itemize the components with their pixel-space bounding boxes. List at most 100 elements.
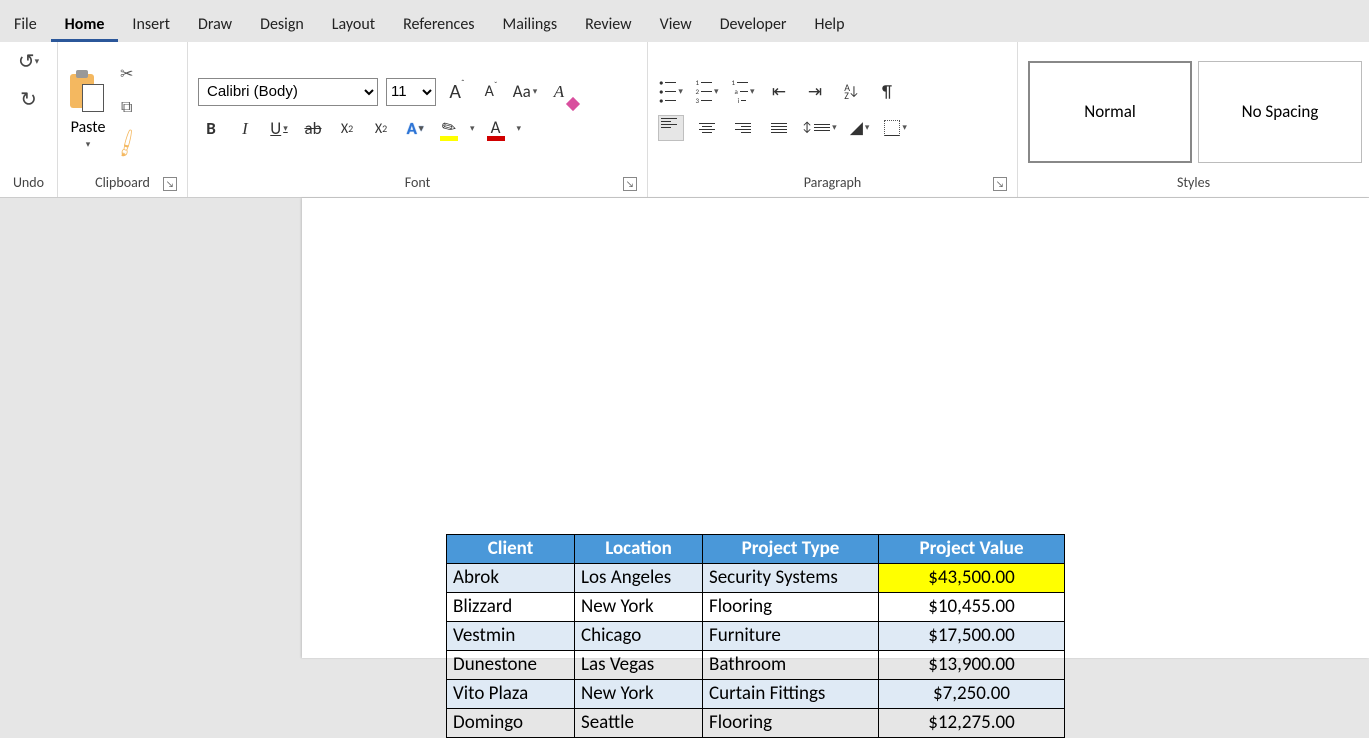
tab-developer[interactable]: Developer [706, 5, 801, 42]
tab-review[interactable]: Review [571, 5, 646, 42]
cell-location[interactable]: Las Vegas [575, 651, 703, 680]
subscript-button[interactable]: X2 [334, 116, 360, 142]
borders-icon [884, 120, 900, 136]
tab-help[interactable]: Help [801, 5, 859, 42]
style-gallery: NormalNo Spacing [1028, 57, 1362, 163]
cell-project-type[interactable]: Bathroom [703, 651, 879, 680]
style-item-no-spacing[interactable]: No Spacing [1198, 61, 1362, 163]
tab-draw[interactable]: Draw [184, 5, 246, 42]
cell-project-type[interactable]: Curtain Fittings [703, 680, 879, 709]
justify-button[interactable] [766, 115, 792, 141]
header-location[interactable]: Location [575, 535, 703, 564]
tab-view[interactable]: View [646, 5, 706, 42]
show-marks-button[interactable]: ¶ [874, 79, 900, 105]
grow-font-button[interactable]: Aˆ [444, 79, 470, 105]
cell-project-value[interactable]: $17,500.00 [879, 622, 1065, 651]
font-launcher[interactable]: ↘ [623, 177, 637, 191]
align-right-button[interactable] [730, 115, 756, 141]
tab-design[interactable]: Design [246, 5, 318, 42]
highlight-color-button[interactable]: ✎ [436, 116, 462, 142]
chevron-down-icon[interactable]: ▾ [470, 123, 475, 134]
tab-home[interactable]: Home [51, 5, 119, 42]
table-row[interactable]: VestminChicagoFurniture$17,500.00 [447, 622, 1065, 651]
increase-indent-button[interactable]: ⇥ [802, 79, 828, 105]
cell-location[interactable]: Seattle [575, 709, 703, 738]
cell-project-value[interactable]: $13,900.00 [879, 651, 1065, 680]
cell-project-value[interactable]: $12,275.00 [879, 709, 1065, 738]
cell-project-value[interactable]: $10,455.00 [879, 593, 1065, 622]
group-paragraph: ●●● ▾ 123 ▾ 1ai ▾ ⇤ ⇥ [648, 42, 1018, 197]
text-effects-button[interactable]: A▾ [402, 116, 428, 142]
redo-button[interactable]: ↻ [16, 86, 42, 112]
style-item-normal[interactable]: Normal [1028, 61, 1192, 163]
tab-file[interactable]: File [0, 5, 51, 42]
cell-project-type[interactable]: Flooring [703, 709, 879, 738]
cell-client[interactable]: Vito Plaza [447, 680, 575, 709]
table-row[interactable]: DunestoneLas VegasBathroom$13,900.00 [447, 651, 1065, 680]
cell-project-type[interactable]: Security Systems [703, 564, 879, 593]
font-size-select[interactable]: 11 [386, 78, 436, 106]
clear-formatting-button[interactable]: A [546, 79, 572, 105]
font-color-button[interactable]: A [483, 116, 509, 142]
paste-button[interactable]: Paste ▾ [68, 70, 108, 150]
shrink-font-button[interactable]: Aˇ [478, 79, 504, 105]
cell-location[interactable]: Chicago [575, 622, 703, 651]
line-spacing-icon: ↕ [802, 120, 812, 135]
project-table[interactable]: Client Location Project Type Project Val… [446, 534, 1065, 738]
superscript-button[interactable]: X2 [368, 116, 394, 142]
cell-client[interactable]: Domingo [447, 709, 575, 738]
bullets-icon: ●●● [659, 79, 676, 104]
align-center-button[interactable] [694, 115, 720, 141]
align-left-button[interactable] [658, 115, 684, 141]
font-name-select[interactable]: Calibri (Body) [198, 78, 378, 106]
italic-button[interactable]: I [232, 116, 258, 142]
cell-location[interactable]: New York [575, 593, 703, 622]
cell-client[interactable]: Vestmin [447, 622, 575, 651]
tab-layout[interactable]: Layout [318, 5, 389, 42]
cut-button[interactable]: ✂ [120, 64, 133, 84]
table-row[interactable]: AbrokLos AngelesSecurity Systems$43,500.… [447, 564, 1065, 593]
tab-mailings[interactable]: Mailings [489, 5, 572, 42]
cell-project-type[interactable]: Furniture [703, 622, 879, 651]
numbering-icon: 123 [695, 79, 712, 104]
tab-insert[interactable]: Insert [118, 5, 184, 42]
header-project-type[interactable]: Project Type [703, 535, 879, 564]
cell-client[interactable]: Dunestone [447, 651, 575, 680]
table-row[interactable]: BlizzardNew YorkFlooring$10,455.00 [447, 593, 1065, 622]
underline-button[interactable]: U▾ [266, 116, 292, 142]
bold-button[interactable]: B [198, 116, 224, 142]
header-project-value[interactable]: Project Value [879, 535, 1065, 564]
shading-button[interactable]: ◢▾ [847, 115, 873, 141]
group-label-paragraph: Paragraph ↘ [658, 171, 1007, 193]
cell-client[interactable]: Blizzard [447, 593, 575, 622]
cell-client[interactable]: Abrok [447, 564, 575, 593]
header-client[interactable]: Client [447, 535, 575, 564]
sort-button[interactable]: AZ↓ [838, 79, 864, 105]
tab-references[interactable]: References [389, 5, 488, 42]
cell-project-value[interactable]: $43,500.00 [879, 564, 1065, 593]
cell-location[interactable]: New York [575, 680, 703, 709]
multilevel-list-button[interactable]: 1ai ▾ [730, 79, 756, 105]
paragraph-launcher[interactable]: ↘ [993, 177, 1007, 191]
decrease-indent-button[interactable]: ⇤ [766, 79, 792, 105]
table-header-row: Client Location Project Type Project Val… [447, 535, 1065, 564]
clipboard-launcher[interactable]: ↘ [163, 177, 177, 191]
numbering-button[interactable]: 123 ▾ [694, 79, 720, 105]
cell-project-value[interactable]: $7,250.00 [879, 680, 1065, 709]
cell-location[interactable]: Los Angeles [575, 564, 703, 593]
cell-project-type[interactable]: Flooring [703, 593, 879, 622]
table-row[interactable]: Vito PlazaNew YorkCurtain Fittings$7,250… [447, 680, 1065, 709]
borders-button[interactable]: ▾ [883, 115, 909, 141]
copy-button[interactable]: ⧉ [121, 98, 132, 117]
line-spacing-button[interactable]: ↕ ▾ [802, 115, 837, 141]
align-right-icon [735, 123, 751, 133]
strikethrough-button[interactable]: ab [300, 116, 326, 142]
chevron-down-icon[interactable]: ▾ [517, 123, 522, 134]
undo-button[interactable]: ↺ ▾ [16, 48, 42, 74]
group-undo: ↺ ▾ ↻ Undo [0, 42, 58, 197]
chevron-down-icon: ▾ [86, 139, 91, 150]
format-painter-button[interactable]: 🖌 [109, 126, 143, 160]
table-row[interactable]: DomingoSeattleFlooring$12,275.00 [447, 709, 1065, 738]
change-case-button[interactable]: Aa▾ [512, 79, 538, 105]
bullets-button[interactable]: ●●● ▾ [658, 79, 684, 105]
